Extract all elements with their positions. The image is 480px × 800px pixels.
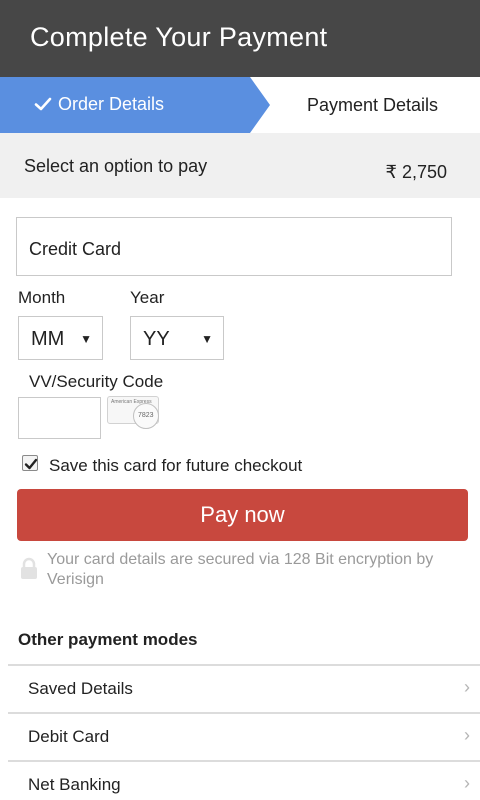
check-icon [34, 97, 52, 111]
checkmark-icon [24, 458, 38, 470]
amount-bar: Select an option to pay ₹ 2,750 [0, 133, 480, 198]
payment-method-field[interactable]: Credit Card [16, 217, 452, 276]
lock-icon [21, 557, 37, 579]
payment-mode-label: Saved Details [28, 679, 133, 698]
pay-now-button[interactable]: Pay now [17, 489, 468, 541]
cvv-input[interactable] [18, 397, 101, 439]
security-note: Your card details are secured via 128 Bi… [47, 551, 434, 588]
app-header: Complete Your Payment [0, 0, 480, 77]
payment-mode-debit-card[interactable]: Debit Card › [8, 712, 480, 760]
payment-mode-label: Net Banking [28, 775, 121, 794]
month-select[interactable]: MM ▼ [18, 316, 103, 360]
amount-value: ₹ 2,750 [385, 162, 448, 182]
step-order-details-label: Order Details [58, 94, 165, 114]
caret-down-icon: ▼ [80, 332, 92, 346]
payment-mode-saved-details[interactable]: Saved Details › [8, 664, 480, 712]
card-hint-circle: 7823 [133, 403, 159, 429]
year-select[interactable]: YY ▼ [130, 316, 224, 360]
chevron-right-icon: › [464, 725, 470, 745]
month-select-value: MM [31, 328, 65, 350]
chevron-right-icon: › [464, 677, 470, 697]
caret-down-icon: ▼ [201, 332, 213, 346]
checkout-steps: Order Details Payment Details [0, 77, 480, 133]
pay-now-label: Pay now [200, 502, 285, 527]
payment-mode-label: Debit Card [28, 727, 110, 746]
card-hint-digits: 7823 [138, 412, 154, 419]
save-card-label[interactable]: Save this card for future checkout [49, 456, 302, 476]
year-select-value: YY [143, 328, 170, 350]
year-label: Year [130, 288, 165, 307]
payment-mode-net-banking[interactable]: Net Banking › [8, 760, 480, 800]
month-label: Month [18, 288, 66, 307]
payment-method-value: Credit Card [29, 239, 122, 259]
other-payment-modes-title: Other payment modes [18, 630, 198, 649]
chevron-right-icon: › [464, 773, 470, 793]
step-payment-details[interactable]: Payment Details [307, 95, 438, 116]
cvv-label: VV/Security Code [29, 372, 164, 391]
step-arrow [250, 77, 270, 133]
card-cvv-hint-icon: American Express 7823 [107, 396, 159, 429]
step-order-details[interactable]: Order Details [0, 77, 250, 133]
page-title: Complete Your Payment [30, 22, 328, 52]
save-card-checkbox[interactable] [22, 455, 38, 471]
amount-label: Select an option to pay [24, 156, 208, 176]
